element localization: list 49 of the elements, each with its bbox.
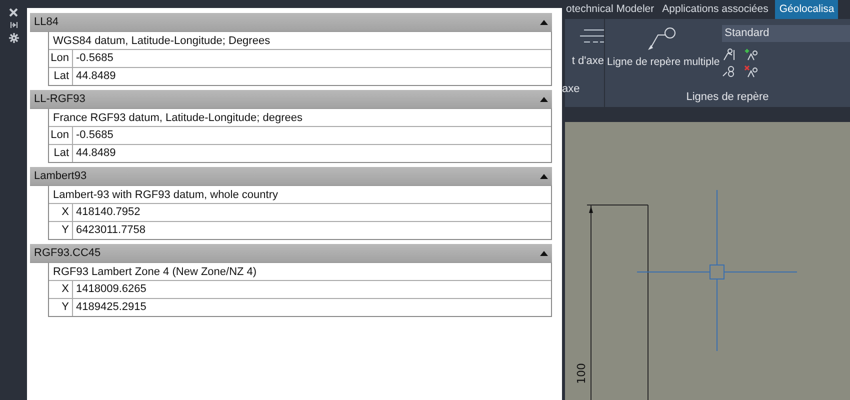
ribbon-tab[interactable]: Applications associées	[658, 0, 772, 19]
section-header[interactable]: LL84	[30, 13, 552, 32]
add-leader-plus-icon[interactable]	[744, 48, 758, 61]
description-cell: RGF93 Lambert Zone 4 (New Zone/NZ 4)	[49, 263, 551, 281]
collapse-icon[interactable]	[540, 250, 548, 256]
align-leader-icon[interactable]	[722, 65, 736, 78]
coordinate-label: Lat	[49, 68, 73, 85]
collapse-icon[interactable]	[540, 96, 548, 102]
dimension-text: 100	[575, 363, 588, 384]
coordinate-label: Y	[49, 299, 73, 316]
coordinate-value: -0.5685	[75, 51, 114, 66]
description-cell: Lambert-93 with RGF93 datum, whole country	[49, 186, 551, 204]
coordinate-value: -0.5685	[75, 128, 114, 143]
description-cell: WGS84 datum, Latitude-Longitude; Degrees	[49, 32, 551, 50]
panel-title: axe	[562, 83, 580, 95]
section-header[interactable]: Lambert93	[30, 167, 552, 186]
coordinate-value: 1418009.6265	[75, 282, 146, 297]
coordinate-value: 44.8489	[75, 146, 116, 161]
description-cell: France RGF93 datum, Latitude-Longitude; degrees	[49, 109, 551, 127]
add-leader-icon[interactable]	[722, 48, 736, 61]
ribbon-tab[interactable]: otechnical Modeler	[562, 0, 658, 19]
multileader-button[interactable]: Ligne de repère multiple	[605, 19, 722, 91]
system-name: LL84	[34, 16, 58, 28]
coordinate-label: X	[49, 204, 73, 221]
coordinate-value: 418140.7952	[75, 205, 140, 220]
ribbon-tab[interactable]: Géolocalisa	[775, 0, 838, 19]
system-name: LL-RGF93	[34, 93, 86, 105]
remove-leader-icon[interactable]	[744, 65, 758, 78]
panel-title: Lignes de repère	[685, 91, 770, 105]
coordinate-value: 44.8489	[75, 69, 116, 84]
axis-button[interactable]: t d'axe	[572, 55, 604, 67]
coordinate-label: Lon	[49, 127, 73, 144]
axis-lines-icon[interactable]	[580, 29, 604, 43]
collapse-icon[interactable]	[540, 174, 548, 178]
leader-icon	[648, 25, 678, 51]
system-name: RGF93.CC45	[34, 247, 101, 259]
coordinate-label: X	[49, 281, 73, 298]
section-header[interactable]: LL-RGF93	[30, 90, 552, 109]
coordinate-value: 6423011.7758	[75, 223, 146, 238]
coordinate-label: Lon	[49, 50, 73, 67]
settings-icon[interactable]	[8, 33, 18, 43]
system-name: Lambert93	[34, 170, 87, 182]
collapse-icon[interactable]	[540, 20, 548, 24]
close-icon[interactable]	[9, 8, 18, 17]
coordinate-value: 4189425.2915	[75, 300, 146, 315]
coordinate-label: Y	[49, 222, 73, 239]
coordinate-label: Lat	[49, 145, 73, 162]
style-dropdown[interactable]: Standard	[722, 25, 850, 42]
section-header[interactable]: RGF93.CC45	[30, 244, 552, 263]
